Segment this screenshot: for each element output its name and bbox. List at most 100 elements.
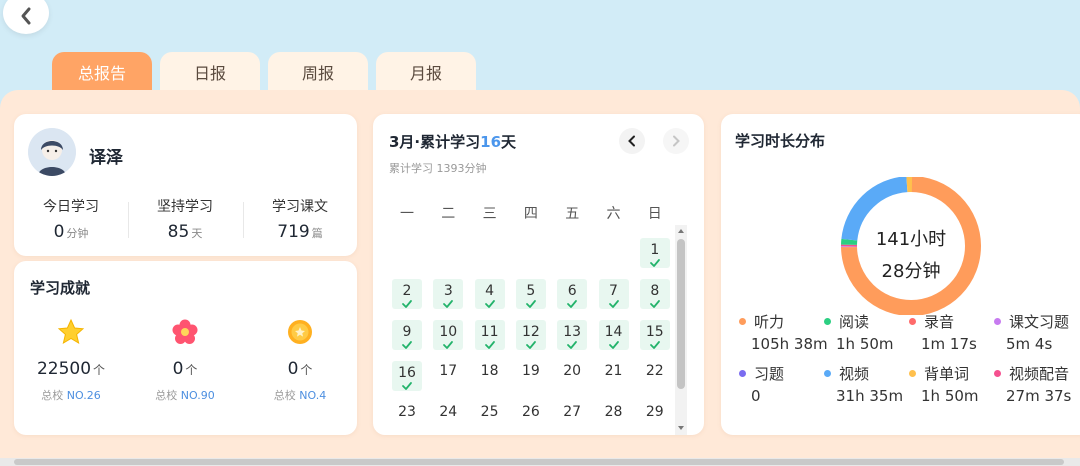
calendar-day[interactable]: 11	[474, 320, 505, 350]
check-icon	[525, 300, 536, 308]
horizontal-scrollbar[interactable]	[0, 458, 1080, 466]
calendar-day[interactable]: 22	[640, 359, 670, 389]
achievement-stars[interactable]: 22500 个 总校 NO.26	[14, 317, 128, 403]
calendar-day[interactable]: 24	[433, 400, 463, 430]
calendar-day[interactable]: 25	[475, 400, 505, 430]
achievement-value: 0	[287, 359, 299, 379]
check-icon	[608, 300, 619, 308]
calendar-scrollbar[interactable]	[675, 225, 687, 435]
stat-today: 今日学习 0 分钟	[14, 196, 128, 242]
day-number: 8	[650, 283, 660, 299]
legend-item: 视频 31h 35m	[824, 363, 903, 405]
calendar-day[interactable]: 5	[515, 279, 546, 309]
tab-daily-report[interactable]: 日报	[160, 52, 260, 92]
calendar-title: 3月·累计学习16天	[389, 131, 516, 152]
calendar-day[interactable]: 7	[598, 279, 629, 309]
day-number: 10	[439, 324, 458, 340]
calendar-day[interactable]: 2	[392, 279, 422, 309]
day-number: 20	[563, 363, 582, 379]
day-number: 1	[650, 242, 660, 258]
stat-label: 学习课文	[272, 199, 328, 215]
day-number: 16	[398, 365, 416, 381]
rank-prefix: 总校	[41, 389, 64, 402]
check-icon	[525, 341, 536, 349]
achievements-title: 学习成就	[30, 279, 91, 297]
check-icon	[402, 341, 412, 349]
chevron-left-icon	[21, 7, 31, 25]
calendar-day[interactable]: 13	[557, 320, 588, 350]
check-icon	[484, 300, 495, 308]
calendar-card: 3月·累计学习16天 累计学习 1393分钟 一二三四五六日 123456789…	[373, 114, 704, 435]
tab-total-report[interactable]: 总报告	[52, 52, 152, 92]
legend-label: 听力	[754, 313, 785, 331]
calendar-day[interactable]: 1	[639, 238, 670, 268]
check-icon	[608, 341, 619, 349]
prev-month-button[interactable]	[619, 128, 645, 154]
calendar-day[interactable]: 16	[392, 361, 422, 391]
profile-card: 译泽 今日学习 0 分钟 坚持学习 85 天 学习课文 719 篇	[14, 114, 357, 256]
rank-value: NO.4	[299, 389, 327, 402]
report-tabs: 总报告 日报 周报 月报	[52, 52, 476, 92]
calendar-title-days: 16	[480, 133, 502, 151]
day-number: 13	[563, 324, 582, 340]
avatar[interactable]	[28, 128, 76, 176]
check-icon	[402, 300, 412, 308]
day-number: 9	[402, 324, 412, 340]
calendar-day[interactable]: 8	[639, 279, 670, 309]
calendar-day[interactable]: 29	[640, 400, 670, 430]
stat-unit: 分钟	[66, 227, 89, 240]
legend-label: 背单词	[924, 365, 970, 383]
calendar-day[interactable]: 27	[557, 400, 587, 430]
achievement-medals[interactable]: 0个 总校 NO.4	[243, 317, 357, 403]
chevron-left-icon	[628, 135, 635, 147]
day-number: 21	[604, 363, 623, 379]
day-number: 28	[604, 404, 623, 420]
calendar-day[interactable]: 23	[392, 400, 422, 430]
check-icon	[567, 300, 578, 308]
achievement-flowers[interactable]: 0个 总校 NO.90	[128, 317, 242, 403]
check-icon	[443, 300, 454, 308]
calendar-title-prefix: 3月·累计学习	[389, 133, 481, 151]
day-number: 14	[604, 324, 623, 340]
legend-value: 1h 50m	[836, 335, 894, 353]
legend-dot	[739, 370, 746, 377]
horizontal-scrollbar-thumb[interactable]	[14, 459, 1064, 465]
chevron-right-icon	[673, 135, 680, 147]
calendar-day[interactable]: 6	[557, 279, 588, 309]
legend-item: 阅读 1h 50m	[824, 311, 894, 353]
tab-monthly-report[interactable]: 月报	[376, 52, 476, 92]
achievement-value: 22500	[36, 359, 92, 379]
scrollbar-thumb[interactable]	[677, 239, 685, 389]
legend-dot	[824, 318, 831, 325]
day-number: 24	[439, 404, 458, 420]
tab-weekly-report[interactable]: 周报	[268, 52, 368, 92]
check-icon	[484, 341, 495, 349]
weekday-label: 五	[565, 206, 580, 222]
scroll-down-icon	[678, 426, 684, 430]
calendar-day[interactable]: 3	[433, 279, 464, 309]
calendar-day[interactable]: 26	[516, 400, 546, 430]
calendar-day[interactable]: 18	[475, 359, 505, 389]
day-number: 26	[521, 404, 540, 420]
calendar-subtitle: 累计学习 1393分钟	[389, 162, 487, 175]
calendar-day[interactable]: 12	[515, 320, 546, 350]
calendar-day[interactable]: 15	[639, 320, 670, 350]
calendar-day[interactable]: 10	[433, 320, 464, 350]
calendar-day[interactable]: 17	[433, 359, 463, 389]
calendar-day[interactable]: 19	[516, 359, 546, 389]
calendar-day[interactable]: 4	[474, 279, 505, 309]
calendar-day[interactable]: 20	[557, 359, 587, 389]
calendar-day[interactable]: 21	[599, 359, 629, 389]
calendar-day[interactable]: 9	[392, 320, 422, 350]
calendar-day[interactable]: 28	[599, 400, 629, 430]
day-number: 27	[563, 404, 582, 420]
legend-item: 习题 0	[739, 363, 784, 405]
stat-unit: 篇	[311, 227, 323, 240]
legend-dot	[739, 318, 746, 325]
next-month-button[interactable]	[663, 128, 689, 154]
calendar-day[interactable]: 14	[598, 320, 629, 350]
day-number: 2	[402, 283, 412, 299]
legend-label: 视频配音	[1009, 365, 1070, 383]
stat-value: 85	[167, 222, 190, 242]
check-icon	[567, 341, 578, 349]
